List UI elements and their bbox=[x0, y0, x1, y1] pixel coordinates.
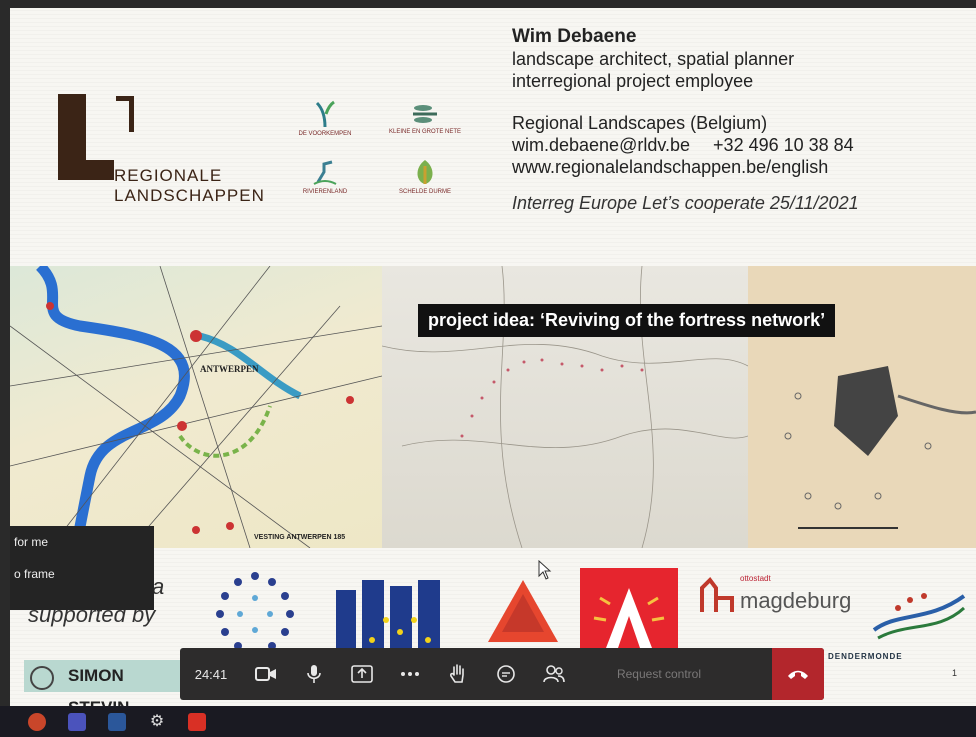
more-icon bbox=[401, 672, 419, 676]
email-phone-row: wim.debaene@rldv.be +32 496 10 38 84 bbox=[512, 134, 859, 156]
share-screen-button[interactable] bbox=[338, 652, 386, 696]
slide-header: REGIONALE LANDSCHAPPEN DE VOORKEMPEN KLE… bbox=[10, 8, 976, 266]
eu-flag-logo bbox=[336, 580, 440, 656]
magdeburg-text: magdeburg bbox=[740, 588, 852, 613]
logo-text: REGIONALE LANDSCHAPPEN bbox=[114, 166, 265, 206]
speaker-role: landscape architect, spatial planner bbox=[512, 49, 795, 69]
camera-button[interactable] bbox=[242, 652, 290, 696]
speaker-role-2: interregional project employee bbox=[512, 71, 754, 91]
heron-icon bbox=[313, 160, 337, 185]
organization: Regional Landscapes (Belgium) bbox=[512, 113, 768, 133]
request-control-button[interactable]: Request control bbox=[584, 667, 734, 681]
chat-button[interactable] bbox=[482, 652, 530, 696]
map-drawing bbox=[10, 262, 383, 549]
participants-icon bbox=[543, 665, 565, 683]
antwerp-fortress-map: ANTWERPEN VESTING ANTWERPEN 185 bbox=[10, 262, 383, 549]
speaker-name: Wim Debaene bbox=[512, 26, 637, 47]
context-menu-item-for-me[interactable]: for me bbox=[10, 526, 154, 558]
people-circle-logo bbox=[216, 572, 294, 656]
pdf-reader-icon[interactable] bbox=[188, 712, 206, 731]
hang-up-button[interactable] bbox=[772, 648, 824, 700]
map-footer-label: VESTING ANTWERPEN 185 bbox=[254, 534, 346, 541]
microphone-icon bbox=[307, 665, 321, 683]
website-text: www.regionalelandschappen.be/english bbox=[512, 157, 829, 177]
partner-schelde-durme: SCHELDE DURME bbox=[380, 158, 470, 195]
event-text: Interreg Europe Let’s cooperate 25/11/20… bbox=[512, 193, 859, 213]
microphone-button[interactable] bbox=[290, 652, 338, 696]
map-caption: project idea: ‘Reviving of the fortress … bbox=[418, 304, 836, 337]
raise-hand-button[interactable] bbox=[434, 652, 482, 696]
teams-icon[interactable] bbox=[68, 712, 86, 731]
magdeburg-horse-icon bbox=[700, 576, 734, 612]
simon-stevin-logo: SIMON STEVIN bbox=[24, 660, 184, 706]
magdeburg-logo: ottostadt magdeburg bbox=[740, 574, 852, 614]
logo-corner-mark bbox=[116, 96, 134, 132]
mouse-cursor-icon bbox=[538, 560, 552, 580]
sprout-icon bbox=[315, 100, 335, 128]
contact-block: Wim Debaene landscape architect, spatial… bbox=[512, 26, 859, 214]
email-text: wim.debaene@rldv.be bbox=[512, 135, 691, 155]
shared-screen: REGIONALE LANDSCHAPPEN DE VOORKEMPEN KLE… bbox=[10, 8, 976, 706]
app-icon-red[interactable] bbox=[28, 712, 46, 731]
more-options-button[interactable] bbox=[386, 652, 434, 696]
logo-text-line1: REGIONALE bbox=[114, 166, 223, 185]
logo-l-foot bbox=[58, 160, 114, 180]
partner-label: SCHELDE DURME bbox=[398, 189, 451, 195]
partner-label: KLEINE EN GROTE NETE bbox=[388, 129, 461, 135]
dendermonde-text: DENDERMONDE bbox=[828, 652, 903, 661]
hang-up-icon bbox=[788, 670, 808, 679]
phone-text: +32 496 10 38 84 bbox=[713, 135, 854, 155]
map-band: ANTWERPEN VESTING ANTWERPEN 185 project … bbox=[10, 262, 976, 549]
settings-gear-icon[interactable]: ⚙ bbox=[148, 713, 166, 731]
partner-logos: DE VOORKEMPEN KLEINE EN GROTE NETE RIVIE… bbox=[280, 100, 500, 220]
simon-stevin-text: SIMON STEVIN bbox=[68, 666, 129, 706]
antwerpen-a-logo bbox=[580, 568, 678, 656]
context-menu-item-frame[interactable]: o frame bbox=[10, 558, 154, 590]
context-menu: for me o frame bbox=[10, 526, 154, 610]
partner-kleine-grote-nete: KLEINE EN GROTE NETE bbox=[380, 100, 470, 135]
compass-icon bbox=[30, 666, 54, 690]
call-timer: 24:41 bbox=[194, 666, 228, 682]
partner-label: DE VOORKEMPEN bbox=[298, 131, 352, 137]
partner-rivierenland: RIVIERENLAND bbox=[280, 158, 370, 195]
partner-label: RIVIERENLAND bbox=[302, 189, 348, 195]
camera-icon bbox=[255, 667, 276, 681]
dendermonde-logo-mark bbox=[872, 593, 966, 640]
chat-icon bbox=[497, 665, 515, 683]
dragonfly-icon bbox=[413, 105, 437, 123]
word-icon[interactable] bbox=[108, 712, 126, 731]
triangle-logo bbox=[488, 580, 558, 642]
slide-page-number: 1 bbox=[952, 668, 958, 678]
windows-taskbar: ⚙ bbox=[0, 706, 976, 737]
letter-a-icon bbox=[593, 588, 665, 648]
logo-text-line2: LANDSCHAPPEN bbox=[114, 186, 265, 205]
share-screen-icon bbox=[351, 665, 373, 683]
map-label-antwerpen: ANTWERPEN bbox=[200, 364, 259, 374]
meeting-toolbar: 24:41 Request control bbox=[180, 648, 824, 700]
partner-voorkempen: DE VOORKEMPEN bbox=[280, 100, 370, 137]
participants-button[interactable] bbox=[530, 652, 578, 696]
raise-hand-icon bbox=[450, 664, 464, 683]
leaf-icon bbox=[417, 160, 433, 184]
magdeburg-subtitle: ottostadt bbox=[740, 574, 771, 583]
